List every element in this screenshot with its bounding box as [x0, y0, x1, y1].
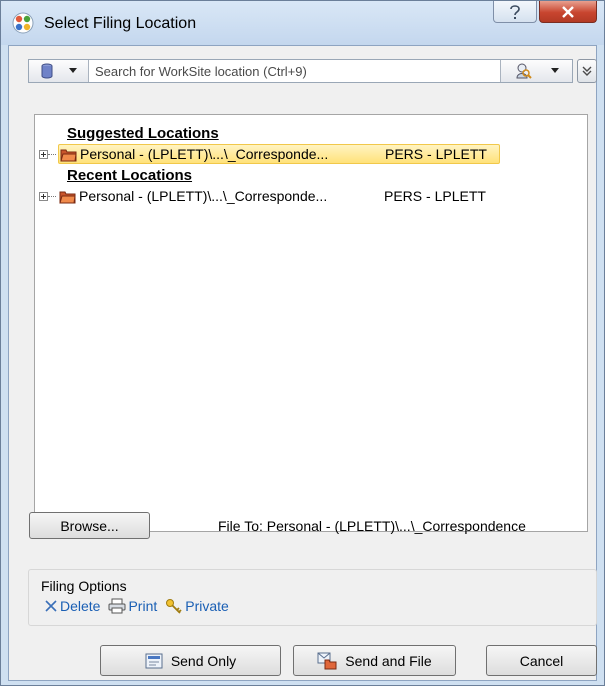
- location-name: Personal - (LPLETT)\...\_Corresponde...: [80, 146, 329, 162]
- send-and-file-icon: [317, 652, 337, 669]
- close-button[interactable]: [539, 1, 597, 23]
- app-icon: [12, 12, 34, 34]
- search-scope-dropdown[interactable]: [500, 60, 572, 82]
- title-bar[interactable]: Select Filing Location: [1, 1, 604, 45]
- window-title: Select Filing Location: [44, 15, 197, 32]
- tree-connector: [48, 195, 56, 197]
- location-search-bar: [28, 59, 573, 83]
- database-dropdown[interactable]: [29, 60, 89, 82]
- expand-node-icon[interactable]: [39, 191, 48, 201]
- print-label: Print: [128, 598, 158, 614]
- search-input[interactable]: [89, 60, 500, 82]
- dropdown-arrow-icon: [550, 68, 559, 73]
- expand-search-button[interactable]: [577, 59, 597, 83]
- tree-row-content: Personal - (LPLETT)\...\_Corresponde... …: [58, 144, 500, 164]
- help-icon: [510, 4, 520, 19]
- location-tree[interactable]: Suggested Locations Personal - (LPLETT)\…: [34, 114, 588, 532]
- location-name: Personal - (LPLETT)\...\_Corresponde...: [79, 188, 328, 204]
- double-chevron-down-icon: [582, 66, 592, 76]
- expand-node-icon[interactable]: [39, 149, 48, 159]
- close-icon: [562, 5, 574, 18]
- send-only-icon: [145, 653, 163, 668]
- browse-button[interactable]: Browse...: [29, 512, 150, 539]
- folder-icon: [60, 149, 77, 161]
- send-only-button[interactable]: Send Only: [100, 645, 281, 676]
- delete-option[interactable]: Delete: [44, 598, 100, 614]
- dialog-window: Select Filing Location Search for WorkSi…: [0, 0, 605, 686]
- key-icon: [166, 599, 182, 614]
- group-heading-recent: Recent Locations: [67, 167, 193, 184]
- private-option[interactable]: Private: [165, 598, 229, 614]
- filing-options-group: Filing Options Delete Print Private: [28, 569, 597, 626]
- send-and-file-label: Send and File: [345, 652, 432, 669]
- search-scope-icon: [516, 63, 532, 79]
- filing-options-links: Delete Print Private: [44, 598, 237, 614]
- cancel-button[interactable]: Cancel: [486, 645, 597, 676]
- group-heading-suggested: Suggested Locations: [67, 125, 219, 142]
- tree-connector: [48, 153, 56, 155]
- file-to-label: File To: Personal - (LPLETT)\...\_Corres…: [218, 518, 526, 534]
- delete-label: Delete: [60, 598, 101, 614]
- send-only-label: Send Only: [170, 652, 237, 669]
- tree-row-content: Personal - (LPLETT)\...\_Corresponde... …: [58, 186, 498, 206]
- dialog-body: Suggested Locations Personal - (LPLETT)\…: [8, 45, 597, 681]
- private-label: Private: [185, 598, 229, 614]
- print-option[interactable]: Print: [108, 598, 157, 614]
- database-icon: [41, 63, 53, 79]
- location-database: PERS - LPLETT: [385, 146, 487, 162]
- printer-icon: [108, 598, 126, 614]
- delete-x-icon: [45, 600, 57, 612]
- send-and-file-button[interactable]: Send and File: [293, 645, 456, 676]
- tree-row-suggested[interactable]: Personal - (LPLETT)\...\_Corresponde... …: [39, 144, 500, 164]
- tree-row-recent[interactable]: Personal - (LPLETT)\...\_Corresponde... …: [39, 186, 498, 206]
- help-button[interactable]: [493, 1, 537, 23]
- dropdown-arrow-icon: [68, 68, 77, 73]
- filing-options-label: Filing Options: [41, 578, 127, 594]
- folder-icon: [59, 191, 76, 203]
- location-database: PERS - LPLETT: [384, 188, 486, 204]
